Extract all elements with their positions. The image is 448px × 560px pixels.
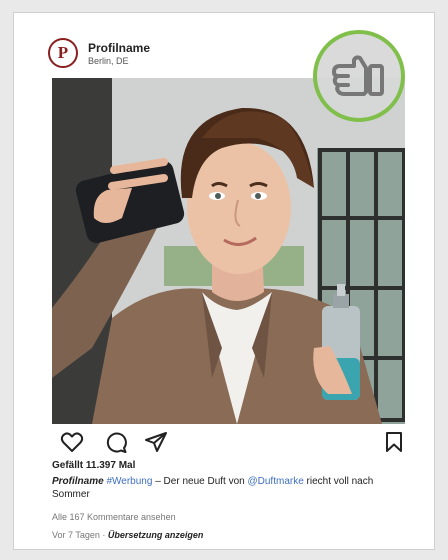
selfie-illustration [52, 78, 405, 424]
heart-icon [60, 432, 84, 452]
post-caption: Profilname #Werbung – Der neue Duft von … [52, 475, 402, 501]
bookmark-icon [386, 432, 402, 452]
share-button[interactable] [144, 430, 168, 454]
like-count[interactable]: Gefällt 11.397 Mal [52, 460, 135, 471]
profile-name[interactable]: Profilname [88, 41, 150, 55]
post-footer: Vor 7 Tagen · Übersetzung anzeigen [52, 530, 203, 540]
comment-icon [106, 432, 127, 453]
show-translation-link[interactable]: Übersetzung anzeigen [108, 530, 204, 540]
time-ago: Vor 7 Tagen [52, 530, 100, 540]
view-comments-link[interactable]: Alle 167 Kommentare ansehen [52, 512, 176, 522]
save-button[interactable] [382, 430, 406, 454]
comment-button[interactable] [104, 430, 128, 454]
thumbs-up-icon [332, 55, 384, 96]
caption-text: – Der neue Duft von [152, 476, 248, 487]
mention-link[interactable]: @Duftmarke [248, 476, 304, 487]
like-button[interactable] [60, 430, 84, 454]
action-bar [60, 430, 404, 454]
thumbs-up-badge [313, 30, 405, 122]
hashtag-link[interactable]: #Werbung [106, 476, 152, 487]
location[interactable]: Berlin, DE [88, 56, 129, 66]
avatar[interactable]: P [48, 38, 78, 68]
caption-username[interactable]: Profilname [52, 476, 104, 487]
separator: · [99, 530, 108, 540]
post-photo[interactable] [52, 78, 405, 424]
send-icon [145, 432, 167, 452]
